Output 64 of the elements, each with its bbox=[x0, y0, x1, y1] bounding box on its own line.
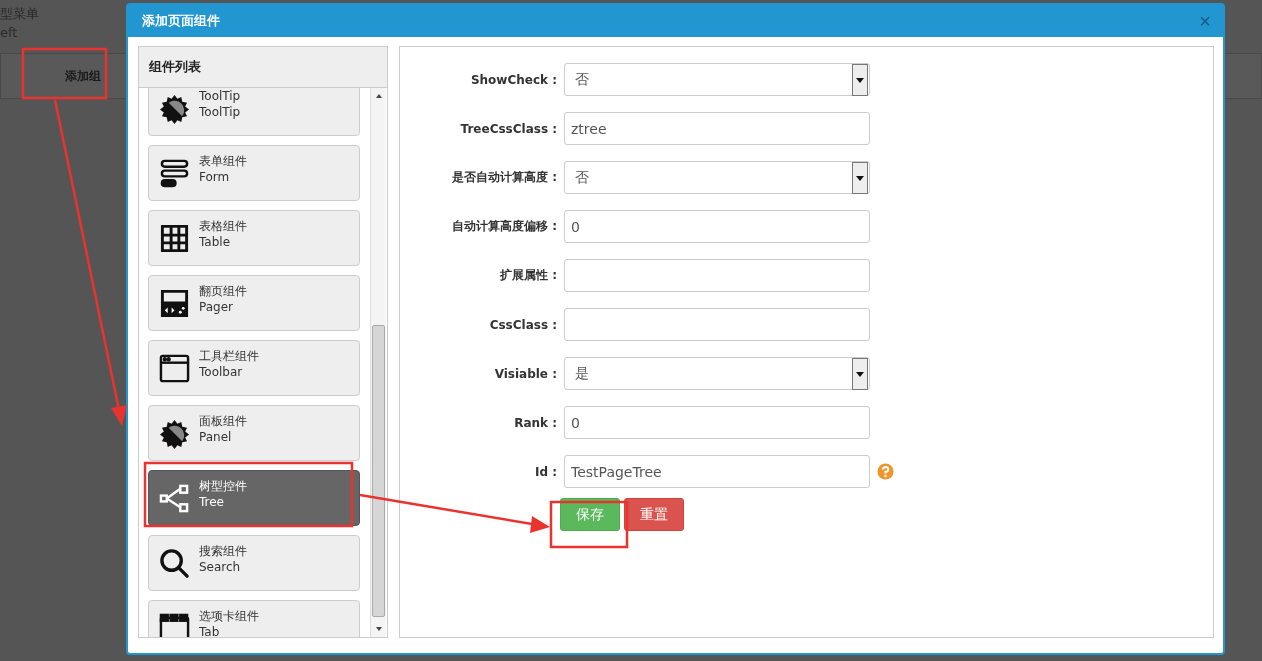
component-code: Tree bbox=[199, 495, 225, 510]
field-label: Visiable : bbox=[493, 366, 557, 381]
select-field[interactable]: 否 bbox=[564, 161, 870, 194]
dropdown-icon[interactable] bbox=[852, 357, 868, 390]
component-item[interactable]: 翻页组件 Pager bbox=[148, 275, 360, 331]
field-label: 是否自动计算高度 : bbox=[451, 169, 557, 186]
component-item[interactable]: 表单组件 Form bbox=[148, 145, 360, 201]
component-name: 树型控件 bbox=[199, 479, 247, 494]
window-icon bbox=[159, 353, 190, 384]
component-code: Panel bbox=[199, 430, 233, 445]
component-name: 表单组件 bbox=[199, 154, 247, 169]
component-code: Search bbox=[199, 560, 242, 575]
component-code: Tab bbox=[199, 625, 221, 637]
field-label: 扩展属性 : bbox=[499, 267, 557, 284]
input-field[interactable] bbox=[564, 308, 870, 341]
component-item[interactable]: 表格组件 Table bbox=[148, 210, 360, 266]
table-icon bbox=[159, 223, 190, 254]
component-code: ToolTip bbox=[199, 105, 241, 120]
component-item[interactable]: 工具栏组件 Toolbar bbox=[148, 340, 360, 396]
scroll-down-icon[interactable] bbox=[374, 626, 383, 632]
form-icon bbox=[159, 158, 190, 189]
dialog-title: 添加页面组件 bbox=[142, 12, 220, 30]
gear-icon bbox=[159, 93, 190, 124]
scroll-up-icon[interactable] bbox=[374, 93, 383, 99]
component-name: 选项卡组件 bbox=[199, 609, 259, 624]
pager-icon bbox=[159, 288, 190, 319]
select-field[interactable]: 是 bbox=[564, 357, 870, 390]
field-label: ShowCheck : bbox=[469, 72, 557, 87]
component-item[interactable]: 面板组件 Panel bbox=[148, 405, 360, 461]
component-name: 翻页组件 bbox=[199, 284, 247, 299]
component-item[interactable]: 搜索组件 Search bbox=[148, 535, 360, 591]
field-label: TreeCssClass : bbox=[459, 121, 557, 136]
input-field[interactable]: ztree bbox=[564, 112, 870, 145]
tree-icon bbox=[159, 483, 190, 514]
tab-icon bbox=[159, 613, 190, 637]
component-item[interactable]: 树型控件 Tree bbox=[148, 470, 360, 526]
component-code: Toolbar bbox=[199, 365, 244, 380]
component-name: ToolTip bbox=[199, 89, 241, 104]
select-field[interactable]: 否 bbox=[564, 63, 870, 96]
dropdown-icon[interactable] bbox=[852, 63, 868, 96]
panel-title: 组件列表 bbox=[149, 58, 201, 76]
component-code: Form bbox=[199, 170, 231, 185]
search-icon bbox=[159, 548, 190, 579]
component-name: 工具栏组件 bbox=[199, 349, 259, 364]
field-label: Rank : bbox=[513, 415, 557, 430]
field-label: 自动计算高度偏移 : bbox=[451, 218, 557, 235]
component-name: 面板组件 bbox=[199, 414, 247, 429]
component-code: Table bbox=[199, 235, 232, 250]
input-field[interactable]: TestPageTree bbox=[564, 455, 870, 488]
scrollbar[interactable] bbox=[370, 88, 386, 637]
component-item[interactable]: ToolTip ToolTip bbox=[148, 88, 360, 136]
component-name: 表格组件 bbox=[199, 219, 247, 234]
component-name: 搜索组件 bbox=[199, 544, 247, 559]
gear-icon bbox=[159, 418, 190, 449]
dropdown-icon[interactable] bbox=[852, 161, 868, 194]
field-label: Id : bbox=[533, 464, 557, 479]
input-field[interactable] bbox=[564, 259, 870, 292]
input-field[interactable]: 0 bbox=[564, 406, 870, 439]
component-code: Pager bbox=[199, 300, 234, 315]
component-item[interactable]: 选项卡组件 Tab bbox=[148, 600, 360, 637]
scroll-thumb[interactable] bbox=[372, 325, 385, 617]
input-field[interactable]: 0 bbox=[564, 210, 870, 243]
reset-button[interactable]: 重置 bbox=[624, 498, 684, 531]
field-label: CssClass : bbox=[488, 317, 557, 332]
